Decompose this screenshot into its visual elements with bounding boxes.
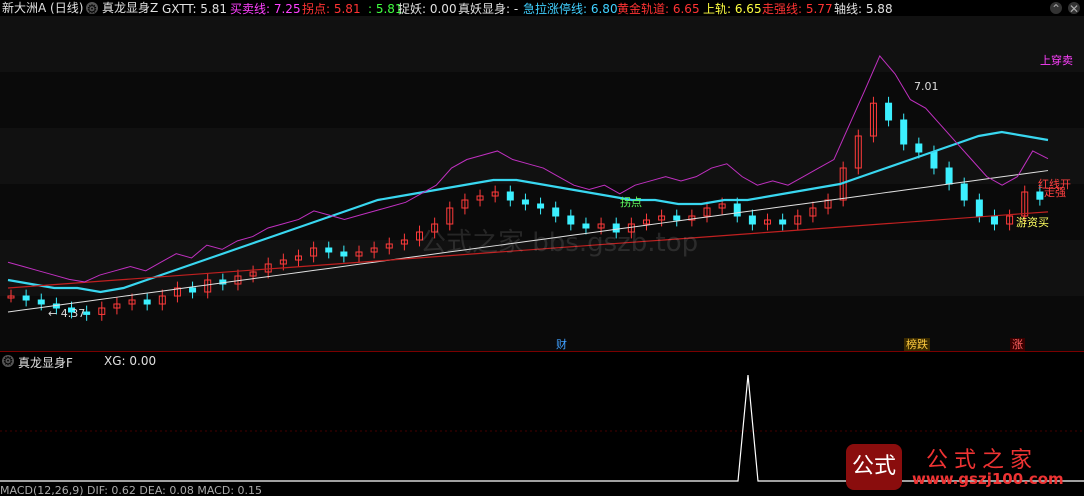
candle-body: [552, 207, 560, 217]
candle-body: [748, 215, 756, 225]
header-value-5: 真妖显身: -: [458, 2, 519, 16]
logo-badge: 公式: [846, 444, 902, 490]
main-price-chart[interactable]: 7.01← 4.37上穿卖红线开走强游资买拐点: [0, 16, 1084, 352]
indicator-header: 新大洲A (日线) ⚙ 真龙显身Z GXTT: 5.81 买卖线: 7.25 拐点:…: [0, 0, 1084, 16]
candle-body: [506, 191, 514, 201]
watermark-text: 公式之家 bbs.gszb.top: [420, 228, 699, 258]
signal-tag-list: 榜跌: [904, 338, 930, 351]
candle-body: [945, 167, 953, 185]
candle-body: [340, 251, 348, 257]
candle-body: [900, 119, 908, 145]
close-icon[interactable]: ✕: [1068, 2, 1080, 16]
candle-body: [975, 199, 983, 217]
candle-body: [733, 203, 741, 217]
candle-body: [990, 215, 998, 225]
pivot-label: 拐点: [620, 195, 642, 209]
header-value-2: 拐点: 5.81: [302, 2, 361, 16]
macd-header: MACD(12,26,9) DIF: 0.62 DEA: 0.08 MACD: …: [0, 484, 263, 496]
low-price-label: ← 4.37: [48, 307, 85, 320]
candle-body: [915, 143, 923, 153]
signal-tag-finance: 财: [556, 338, 567, 351]
site-logo: 公式 公式之家 www.gszj100.com: [842, 440, 1082, 494]
settings-icon[interactable]: ⚙: [2, 355, 14, 367]
candle-body: [930, 151, 938, 169]
high-price-label: 7.01: [914, 80, 939, 93]
candle-body: [521, 199, 529, 205]
trend-label: 走强: [1044, 186, 1066, 199]
xg-value: XG: 0.00: [104, 354, 157, 368]
stock-name: 新大洲A (日线): [2, 1, 84, 15]
header-value-4: 捉妖: 0.00: [398, 2, 457, 16]
collapse-icon[interactable]: ⌃: [1050, 2, 1062, 16]
header-value-10: 轴线: 5.88: [834, 2, 893, 16]
candle-body: [885, 102, 893, 121]
header-value-7: 黄金轨道: 6.65: [617, 2, 700, 16]
header-value-8: 上轨: 6.65: [703, 2, 762, 16]
candle-body: [779, 219, 787, 225]
grid-band: [0, 16, 1084, 72]
candle-body: [143, 299, 151, 305]
sub-indicator-header: ⚙ 真龙显身F XG: 0.00: [0, 353, 300, 370]
header-value-9: 走强线: 5.77: [762, 2, 833, 16]
settings-icon[interactable]: ⚙: [86, 2, 98, 16]
candle-body: [37, 299, 45, 305]
candle-body: [537, 203, 545, 209]
indicator-name[interactable]: 真龙显身Z: [102, 1, 158, 15]
candle-body: [960, 183, 968, 201]
hot-money-label: 游资买: [1016, 216, 1049, 229]
candle-body: [325, 247, 333, 253]
candle-body: [22, 295, 30, 301]
panel-divider[interactable]: [0, 351, 1084, 352]
header-value-0: GXTT: 5.81: [162, 2, 228, 16]
header-value-6: 急拉涨停线: 6.80: [523, 2, 618, 16]
logo-url: www.gszj100.com: [912, 470, 1064, 488]
candle-body: [1036, 191, 1044, 200]
header-value-1: 买卖线: 7.25: [230, 2, 301, 16]
cross-sell-label: 上穿卖: [1040, 53, 1073, 67]
candle-body: [189, 287, 197, 293]
candle-body: [673, 215, 681, 221]
signal-tag-rise: 涨: [1010, 338, 1025, 351]
